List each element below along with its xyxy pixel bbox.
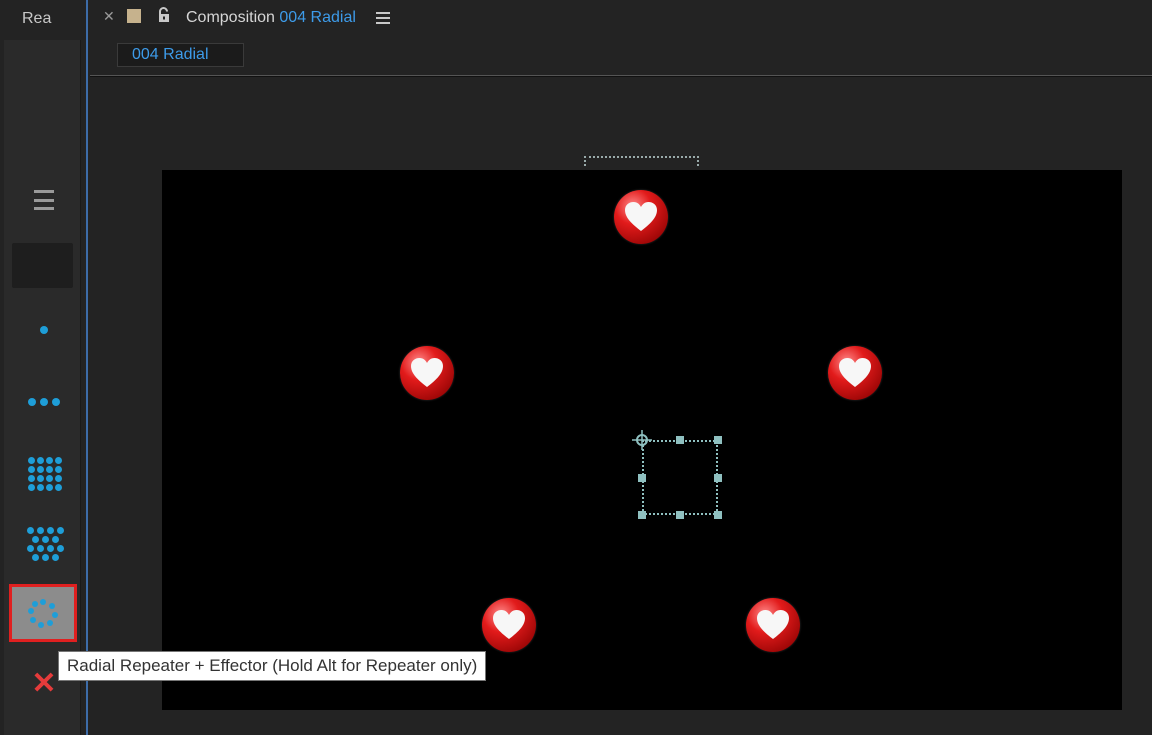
header-divider: [90, 75, 1152, 76]
transform-handle[interactable]: [638, 511, 646, 519]
title-safe-marker: [584, 156, 699, 166]
composition-breadcrumb-tab[interactable]: 004 Radial: [117, 43, 244, 67]
heart-icon: [625, 202, 657, 231]
transform-handle[interactable]: [714, 474, 722, 482]
heart-ball[interactable]: [828, 346, 882, 400]
composition-title: Composition 004 Radial: [186, 9, 356, 27]
transform-handle[interactable]: [638, 474, 646, 482]
anchor-point-icon[interactable]: [632, 430, 652, 450]
heart-icon: [493, 610, 525, 639]
panel-menu-icon[interactable]: [376, 12, 390, 24]
heart-ball[interactable]: [400, 346, 454, 400]
transform-handle[interactable]: [676, 511, 684, 519]
close-icon[interactable]: ✕: [28, 668, 60, 700]
transform-handle[interactable]: [714, 511, 722, 519]
linear-repeater-button[interactable]: [26, 392, 62, 412]
panel-divider[interactable]: [86, 0, 88, 735]
composition-prefix: Composition: [186, 9, 275, 26]
radial-repeater-button[interactable]: [9, 584, 77, 642]
heart-ball[interactable]: [482, 598, 536, 652]
single-dot-icon: [40, 326, 48, 334]
heart-ball[interactable]: [746, 598, 800, 652]
unlock-icon[interactable]: [157, 7, 171, 23]
transform-handle[interactable]: [714, 436, 722, 444]
panel-tab[interactable]: Rea: [6, 0, 80, 38]
heart-icon: [411, 358, 443, 387]
tooltip: Radial Repeater + Effector (Hold Alt for…: [58, 651, 487, 681]
hamburger-icon[interactable]: [34, 190, 54, 210]
transform-handle[interactable]: [676, 436, 684, 444]
heart-icon: [757, 610, 789, 639]
grid-repeater-button[interactable]: [26, 455, 62, 491]
repeater-tools-panel: Rea ✕: [0, 0, 88, 735]
label-color-swatch[interactable]: [127, 9, 141, 23]
composition-name: 004 Radial: [279, 9, 356, 26]
heart-icon: [839, 358, 871, 387]
single-dot-button[interactable]: [34, 320, 54, 340]
radial-repeater-icon: [27, 597, 59, 629]
layer-bounding-box[interactable]: [642, 440, 718, 515]
hex-grid-repeater-button[interactable]: [26, 525, 64, 561]
close-tab-icon[interactable]: ✕: [103, 8, 115, 25]
heart-ball[interactable]: [614, 190, 668, 244]
empty-tool-slot: [12, 243, 73, 288]
